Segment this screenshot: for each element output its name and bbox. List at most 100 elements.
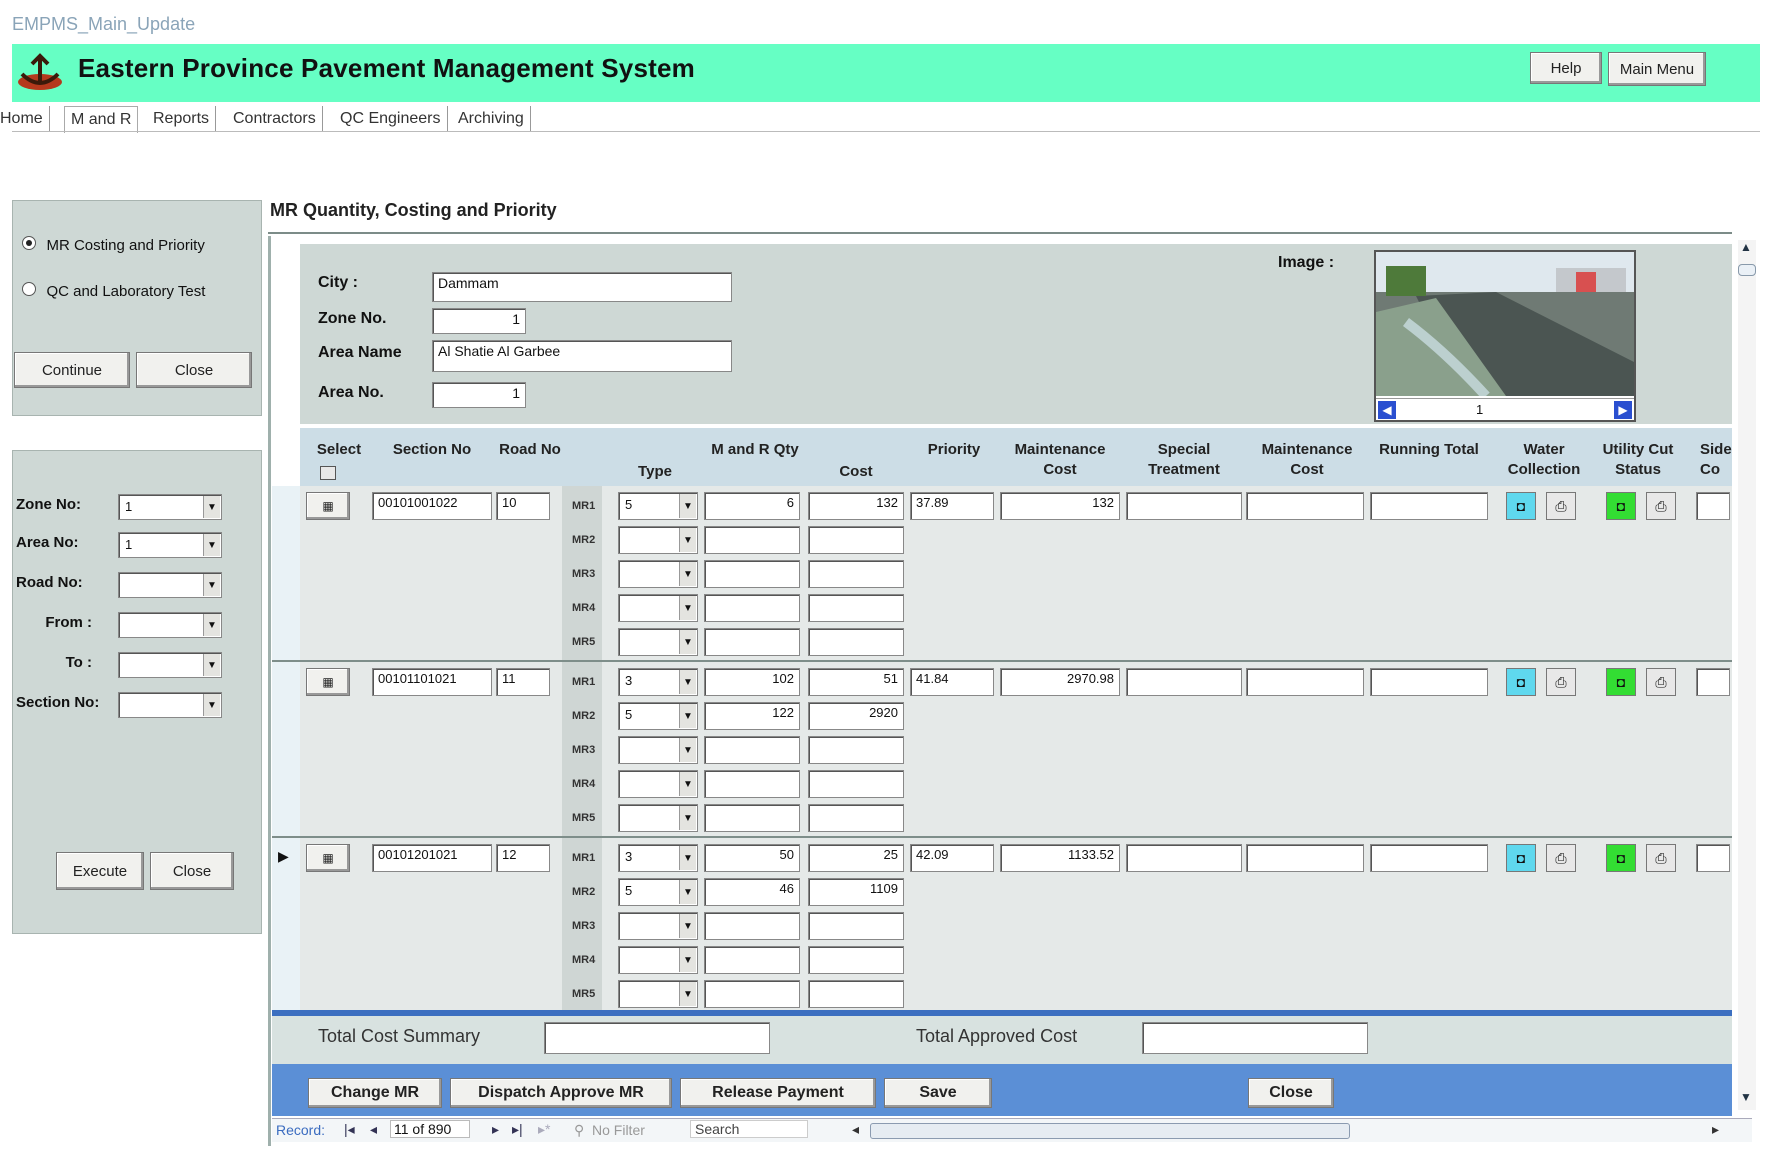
camera-icon[interactable]: ⎙ [1546, 492, 1576, 520]
maint-cost-2-field[interactable] [1246, 492, 1364, 520]
camera-icon[interactable]: ⎙ [1646, 844, 1676, 872]
cost-field[interactable] [808, 736, 904, 764]
utility-cut-icon[interactable]: ◘ [1606, 492, 1636, 520]
change-mr-button[interactable]: Change MR [308, 1078, 442, 1108]
option-mr-costing[interactable]: MR Costing and Priority [22, 236, 205, 255]
tab-archiving[interactable]: Archiving [452, 106, 531, 132]
running-total-field[interactable] [1370, 668, 1488, 696]
dropdown-arrow-icon[interactable]: ▼ [203, 694, 220, 716]
camera-icon[interactable]: ⎙ [1546, 844, 1576, 872]
select-all-icon[interactable] [320, 466, 336, 480]
cost-field[interactable] [808, 946, 904, 974]
water-collection-icon[interactable]: ◘ [1506, 844, 1536, 872]
row-select-button[interactable]: ▦ [306, 492, 350, 520]
type-combo[interactable]: ▼ [618, 980, 698, 1008]
type-combo[interactable]: 3 ▼ [618, 668, 698, 696]
running-total-field[interactable] [1370, 844, 1488, 872]
dropdown-arrow-icon[interactable]: ▼ [679, 704, 696, 728]
main-menu-button[interactable]: Main Menu [1608, 52, 1706, 86]
qty-field[interactable] [704, 804, 800, 832]
side-field[interactable] [1696, 844, 1730, 872]
first-record-icon[interactable]: |◂ [344, 1121, 355, 1138]
dropdown-arrow-icon[interactable]: ▼ [679, 562, 696, 586]
dropdown-arrow-icon[interactable]: ▼ [679, 670, 696, 694]
qty-field[interactable] [704, 628, 800, 656]
tab-qc-engineers[interactable]: QC Engineers [334, 106, 448, 132]
type-combo[interactable]: ▼ [618, 628, 698, 656]
dropdown-arrow-icon[interactable]: ▼ [679, 528, 696, 552]
tab-home[interactable]: Home [0, 106, 50, 132]
dropdown-arrow-icon[interactable]: ▼ [679, 494, 696, 518]
type-combo[interactable]: ▼ [618, 560, 698, 588]
type-combo[interactable]: ▼ [618, 736, 698, 764]
prev-record-icon[interactable]: ◂ [370, 1121, 377, 1138]
camera-icon[interactable]: ⎙ [1646, 492, 1676, 520]
help-button[interactable]: Help [1530, 52, 1602, 84]
dropdown-arrow-icon[interactable]: ▼ [679, 846, 696, 870]
special-treatment-field[interactable] [1126, 492, 1242, 520]
area-name-field[interactable]: Al Shatie Al Garbee [432, 340, 732, 372]
type-combo[interactable]: ▼ [618, 594, 698, 622]
search-field[interactable]: Search [690, 1120, 808, 1138]
dropdown-arrow-icon[interactable]: ▼ [203, 614, 220, 636]
cost-field[interactable]: 132 [808, 492, 904, 520]
camera-icon[interactable]: ⎙ [1646, 668, 1676, 696]
cost-field[interactable] [808, 594, 904, 622]
qty-field[interactable] [704, 560, 800, 588]
type-combo[interactable]: 5 ▼ [618, 492, 698, 520]
side-field[interactable] [1696, 492, 1730, 520]
radio-icon[interactable] [22, 282, 36, 296]
new-record-icon[interactable]: ▸* [538, 1121, 550, 1138]
type-combo[interactable]: 3 ▼ [618, 844, 698, 872]
filter-combo[interactable]: ▼ [118, 612, 222, 638]
cost-field[interactable] [808, 912, 904, 940]
type-combo[interactable]: ▼ [618, 526, 698, 554]
tab-m-and-r[interactable]: M and R [64, 106, 139, 133]
qty-field[interactable] [704, 770, 800, 798]
side-field[interactable] [1696, 668, 1730, 696]
cost-field[interactable] [808, 770, 904, 798]
water-collection-icon[interactable]: ◘ [1506, 492, 1536, 520]
form-close-button[interactable]: Close [1248, 1078, 1334, 1108]
tab-reports[interactable]: Reports [147, 106, 217, 132]
utility-cut-icon[interactable]: ◘ [1606, 668, 1636, 696]
section-no-field[interactable]: 00101201021 [372, 844, 492, 872]
qty-field[interactable]: 6 [704, 492, 800, 520]
priority-field[interactable]: 37.89 [910, 492, 994, 520]
filter-combo[interactable]: 1 ▼ [118, 494, 222, 520]
priority-field[interactable]: 41.84 [910, 668, 994, 696]
dropdown-arrow-icon[interactable]: ▼ [679, 630, 696, 654]
priority-field[interactable]: 42.09 [910, 844, 994, 872]
record-position[interactable]: 11 of 890 [390, 1120, 470, 1138]
area-no-field[interactable]: 1 [432, 382, 526, 408]
tab-contractors[interactable]: Contractors [227, 106, 323, 132]
dropdown-arrow-icon[interactable]: ▼ [679, 806, 696, 830]
filter-combo[interactable]: ▼ [118, 572, 222, 598]
row-select-button[interactable]: ▦ [306, 844, 350, 872]
road-no-field[interactable]: 10 [496, 492, 550, 520]
total-approved-field[interactable] [1142, 1022, 1368, 1054]
qty-field[interactable] [704, 594, 800, 622]
section-no-field[interactable]: 00101001022 [372, 492, 492, 520]
dropdown-arrow-icon[interactable]: ▼ [679, 880, 696, 904]
filter-close-button[interactable]: Close [150, 852, 234, 890]
cost-field[interactable] [808, 526, 904, 554]
scroll-up-icon[interactable]: ▲ [1740, 240, 1752, 254]
prev-image-icon[interactable]: ◀ [1378, 401, 1396, 419]
running-total-field[interactable] [1370, 492, 1488, 520]
filter-icon[interactable]: ⚲ [574, 1122, 584, 1139]
cost-field[interactable] [808, 560, 904, 588]
maint-cost-field[interactable]: 1133.52 [1000, 844, 1120, 872]
road-no-field[interactable]: 11 [496, 668, 550, 696]
qty-field[interactable] [704, 980, 800, 1008]
release-payment-button[interactable]: Release Payment [680, 1078, 876, 1108]
section-no-field[interactable]: 00101101021 [372, 668, 492, 696]
scroll-right-icon[interactable]: ▸ [1712, 1121, 1719, 1138]
options-close-button[interactable]: Close [136, 352, 252, 388]
dispatch-approve-button[interactable]: Dispatch Approve MR [450, 1078, 672, 1108]
special-treatment-field[interactable] [1126, 668, 1242, 696]
cost-field[interactable]: 25 [808, 844, 904, 872]
execute-button[interactable]: Execute [56, 852, 144, 890]
city-field[interactable]: Dammam [432, 272, 732, 302]
utility-cut-icon[interactable]: ◘ [1606, 844, 1636, 872]
